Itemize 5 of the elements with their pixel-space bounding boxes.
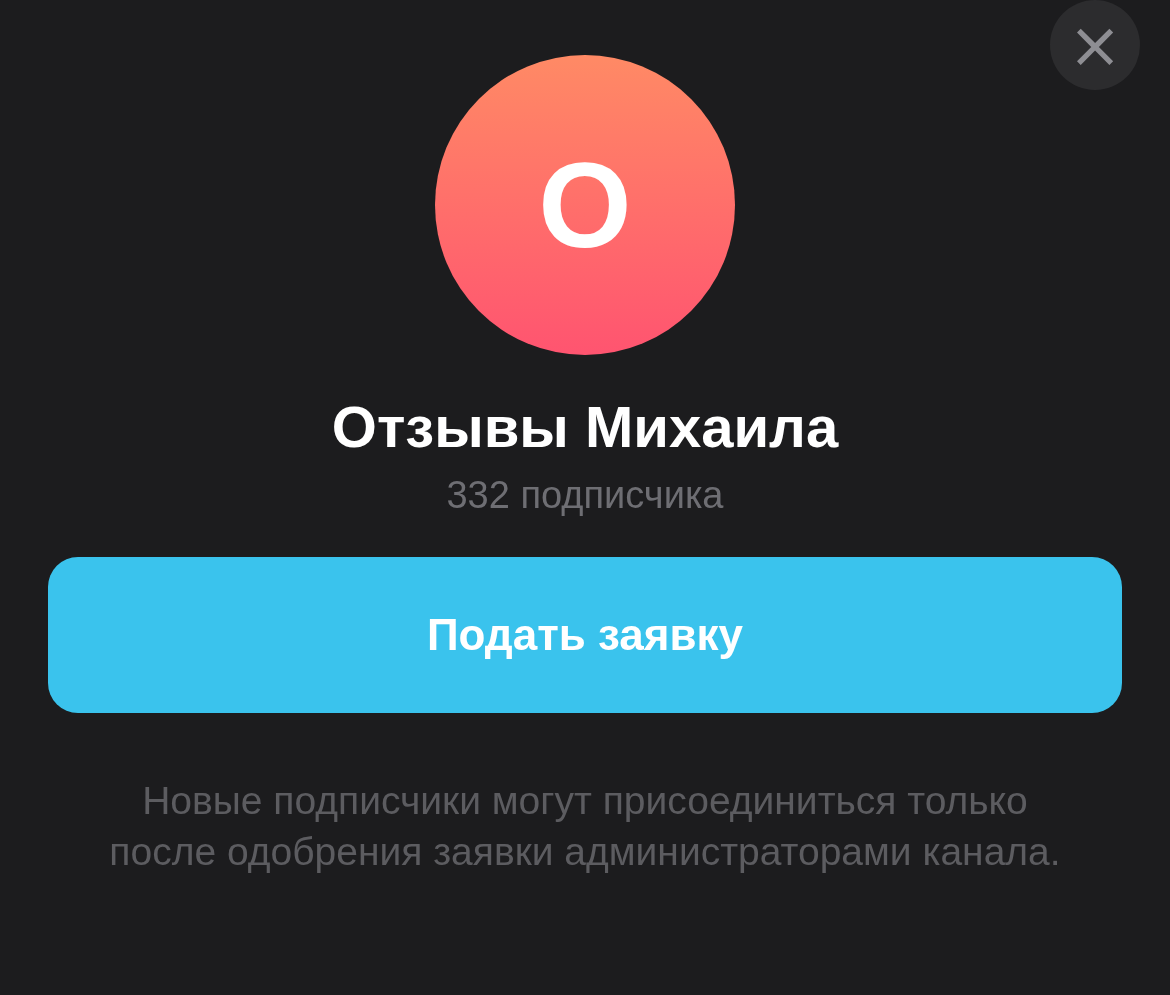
close-button[interactable]: × [1050, 0, 1140, 90]
channel-avatar: О [435, 55, 735, 355]
subscriber-count: 332 подписчика [446, 474, 724, 517]
info-text: Новые подписчики могут присоединиться только после одобрения заявки администраторами канала. [108, 778, 1062, 875]
channel-title: Отзывы Михаила [331, 393, 839, 460]
